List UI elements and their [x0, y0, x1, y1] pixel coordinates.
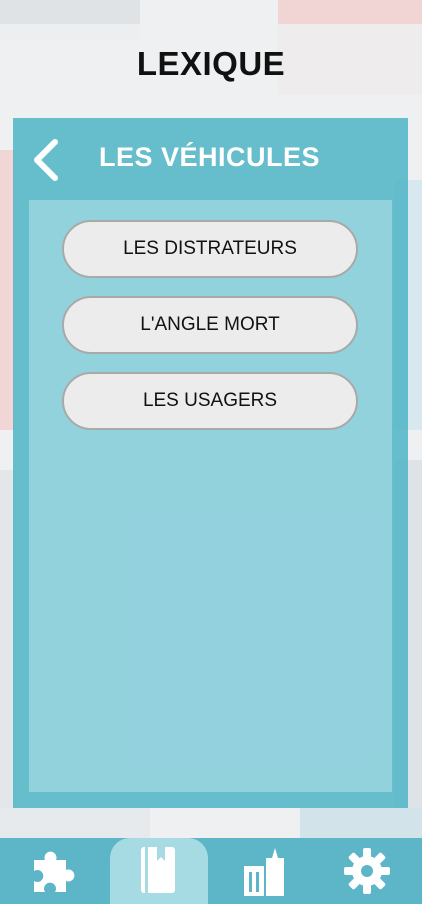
item-button-usagers[interactable]: LES USAGERS	[62, 372, 358, 430]
tab-city[interactable]	[220, 838, 310, 904]
item-button-angle-mort[interactable]: L'ANGLE MORT	[62, 296, 358, 354]
tab-lexicon[interactable]	[110, 838, 208, 904]
gear-icon	[344, 848, 390, 894]
items-container: LES DISTRATEURS L'ANGLE MORT LES USAGERS	[29, 200, 392, 792]
title-bar: LEXIQUE	[0, 24, 422, 104]
item-label: LES USAGERS	[142, 390, 278, 411]
building-icon	[244, 848, 284, 896]
book-icon	[141, 847, 175, 893]
item-label: LES DISTRATEURS	[123, 238, 297, 259]
item-button-distrateurs[interactable]: LES DISTRATEURS	[62, 220, 358, 278]
tab-puzzle[interactable]	[10, 838, 100, 904]
item-label: L'ANGLE MORT	[140, 314, 280, 335]
panel-header: LES VÉHICULES	[13, 118, 408, 198]
back-chevron-icon[interactable]	[29, 136, 65, 184]
panel-title: LES VÉHICULES	[99, 142, 321, 172]
lexicon-panel: LES VÉHICULES LES DISTRATEURS L'ANGLE MO…	[13, 118, 408, 808]
tab-settings[interactable]	[322, 838, 412, 904]
puzzle-icon	[34, 851, 75, 892]
bottom-nav	[0, 838, 422, 904]
page-title: LEXIQUE	[136, 45, 286, 82]
